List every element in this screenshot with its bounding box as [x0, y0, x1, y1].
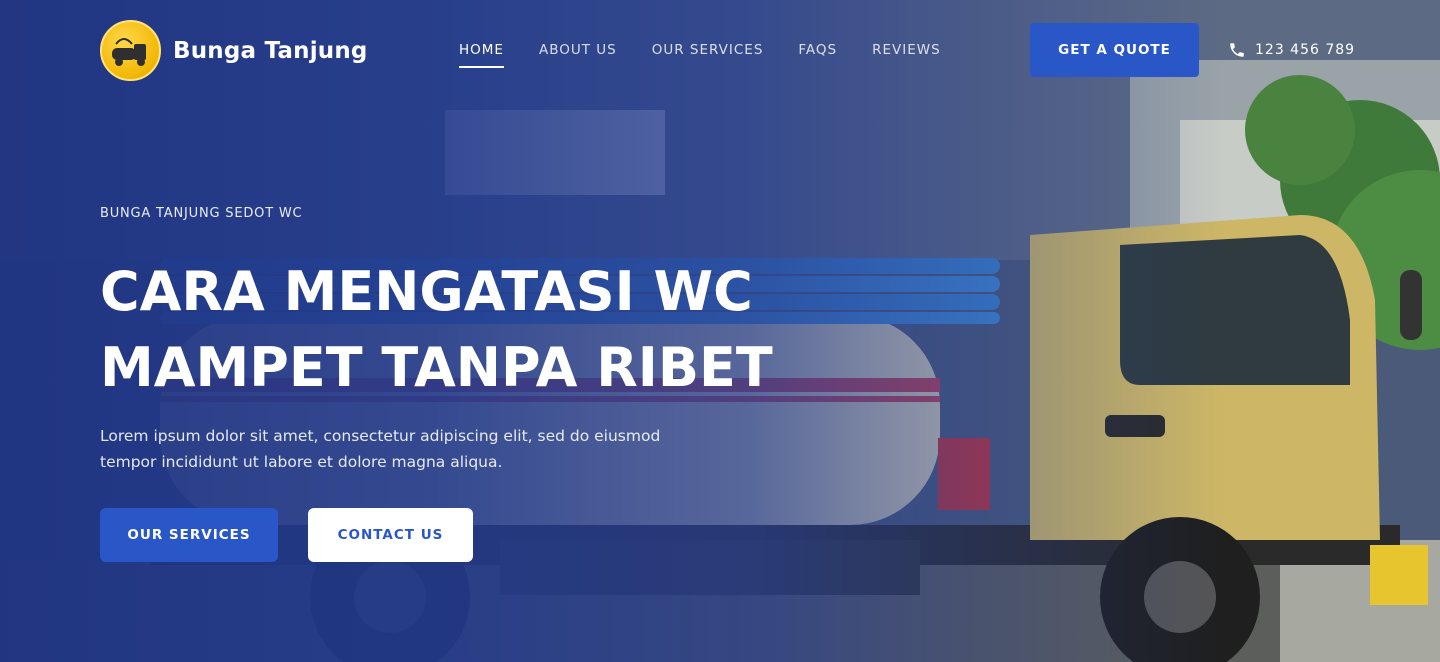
septic-truck-icon: [100, 20, 161, 81]
hero-title-line-1: CARA MENGATASI WC: [100, 260, 753, 323]
nav-item-faqs[interactable]: FAQS: [798, 42, 837, 68]
hero-description: Lorem ipsum dolor sit amet, consectetur …: [100, 423, 680, 475]
hero-description-line-1: Lorem ipsum dolor sit amet, consectetur …: [100, 427, 661, 445]
our-services-button[interactable]: OUR SERVICES: [100, 508, 278, 562]
site-header: Bunga Tanjung HOME ABOUT US OUR SERVICES…: [0, 0, 1440, 102]
phone-contact[interactable]: 123 456 789: [1228, 41, 1355, 59]
nav-item-about-us[interactable]: ABOUT US: [539, 42, 617, 68]
hero-eyebrow: BUNGA TANJUNG SEDOT WC: [100, 206, 303, 221]
brand-logo[interactable]: Bunga Tanjung: [100, 20, 368, 81]
brand-name: Bunga Tanjung: [173, 37, 368, 64]
hero-title: CARA MENGATASI WC MAMPET TANPA RIBET: [100, 254, 820, 406]
contact-us-button[interactable]: CONTACT US: [308, 508, 473, 562]
hero-description-line-2: tempor incididunt ut labore et dolore ma…: [100, 453, 503, 471]
get-a-quote-button[interactable]: GET A QUOTE: [1030, 23, 1199, 77]
phone-number: 123 456 789: [1255, 42, 1356, 58]
hero-title-line-2: MAMPET TANPA RIBET: [100, 336, 773, 399]
main-nav: HOME ABOUT US OUR SERVICES FAQS REVIEWS: [459, 42, 941, 68]
phone-icon: [1230, 43, 1244, 57]
nav-item-reviews[interactable]: REVIEWS: [872, 42, 941, 68]
nav-item-our-services[interactable]: OUR SERVICES: [652, 42, 764, 68]
nav-item-home[interactable]: HOME: [459, 42, 504, 68]
